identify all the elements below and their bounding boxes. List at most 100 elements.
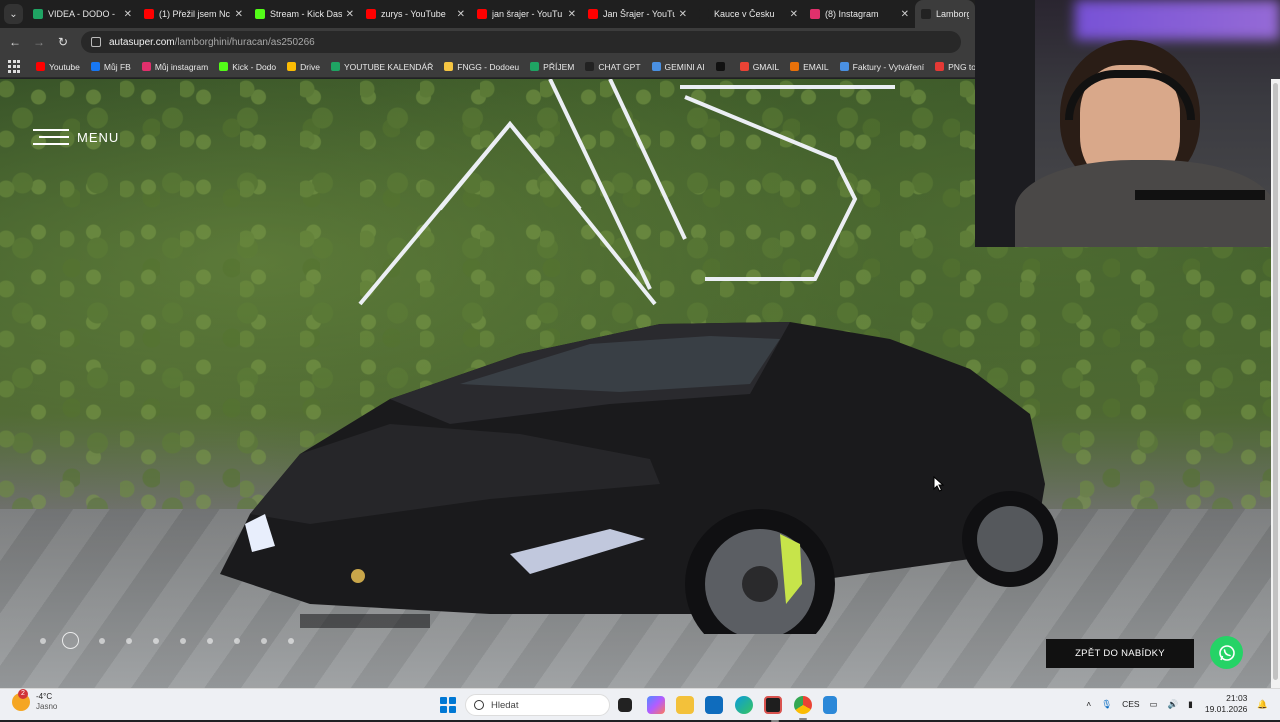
bookmark-item[interactable]: Kick - Dodo: [219, 62, 276, 72]
browser-tab[interactable]: Stream - Kick Das ✕: [249, 0, 360, 28]
address-bar[interactable]: autasuper.com/lamborghini/huracan/as2502…: [81, 31, 961, 53]
tab-favicon-icon: [810, 9, 820, 19]
carousel-dot[interactable]: [261, 637, 267, 644]
carousel-pagination: [40, 632, 315, 649]
tab-title: zurys - YouTube: [381, 9, 446, 19]
bookmark-item[interactable]: GEMINI AI: [651, 62, 705, 72]
bookmark-item[interactable]: Můj instagram: [141, 61, 209, 72]
volume-icon[interactable]: 🔊: [1168, 699, 1179, 710]
bookmark-item[interactable]: Drive: [287, 62, 320, 72]
bookmark-item[interactable]: EMAIL: [790, 62, 829, 72]
weather-widget[interactable]: 2 -4°C Jasno: [12, 689, 57, 712]
browser-tab[interactable]: Jan Šrajer - YouTu ✕: [582, 0, 693, 28]
whatsapp-icon: [1218, 644, 1235, 661]
start-button[interactable]: [440, 697, 456, 713]
bookmark-item[interactable]: YOUTUBE KALENDÁŘ: [330, 62, 433, 72]
close-tab-icon[interactable]: ✕: [790, 9, 798, 20]
arrow-left-icon: ←: [9, 35, 21, 49]
close-tab-icon[interactable]: ✕: [346, 9, 354, 20]
forward-button[interactable]: →: [27, 35, 51, 49]
microphone-arm: [1135, 190, 1265, 200]
copilot-icon[interactable]: [647, 696, 665, 714]
navigation-bar: ← → ↻ autasuper.com/lamborghini/huracan/…: [0, 28, 975, 56]
task-view-icon[interactable]: [618, 698, 632, 712]
bookmark-item[interactable]: GMAIL: [739, 62, 779, 72]
clock[interactable]: 21:03 19.01.2026: [1205, 693, 1248, 715]
browser-tab[interactable]: (8) Instagram ✕: [804, 0, 915, 28]
bookmark-item[interactable]: [715, 62, 729, 71]
carousel-dot[interactable]: [153, 637, 159, 644]
language-indicator[interactable]: CES: [1122, 699, 1139, 709]
bookmark-favicon-icon: [585, 62, 595, 71]
reload-icon: ↻: [57, 35, 69, 49]
carousel-dot[interactable]: [62, 632, 79, 649]
browser-tab[interactable]: Kauce v Česku ✕: [693, 0, 804, 28]
bookmark-label: Můj instagram: [154, 61, 209, 72]
whatsapp-button[interactable]: [1210, 636, 1243, 669]
carousel-dot[interactable]: [234, 637, 240, 644]
carousel-dot[interactable]: [99, 637, 105, 644]
url-host: autasuper.com: [109, 36, 175, 48]
edge-icon[interactable]: [735, 696, 753, 714]
chrome-icon[interactable]: [794, 696, 812, 720]
sun-icon: 2: [12, 689, 30, 711]
notepad-icon[interactable]: [823, 696, 837, 714]
lamborghini-huracan-image: [220, 322, 1058, 634]
network-icon[interactable]: ▭: [1150, 699, 1158, 710]
search-icon: [474, 700, 484, 710]
page-scrollbar[interactable]: [1271, 79, 1280, 688]
tab-favicon-icon: [921, 9, 931, 19]
browser-tab[interactable]: jan šrajer - YouTu ✕: [471, 0, 582, 28]
reload-button[interactable]: ↻: [51, 35, 75, 49]
browser-tab[interactable]: VIDEA - DODO - ✕: [27, 0, 138, 28]
notification-icon[interactable]: 🔔: [1257, 699, 1268, 710]
outlook-icon[interactable]: [705, 696, 723, 714]
bookmark-item[interactable]: Faktury - Vytváření: [839, 61, 925, 72]
taskbar-search[interactable]: Hledat: [465, 694, 610, 716]
bookmark-label: Youtube: [49, 61, 80, 72]
browser-tab[interactable]: zurys - YouTube ✕: [360, 0, 471, 28]
search-placeholder: Hledat: [491, 699, 519, 711]
bookmark-favicon-icon: [739, 62, 749, 71]
bookmark-label: Drive: [300, 61, 320, 72]
back-button[interactable]: ←: [3, 35, 27, 49]
bookmark-label: Faktury - Vytváření: [852, 61, 925, 72]
bookmark-item[interactable]: FNGG - Dodoeu: [444, 62, 519, 72]
carousel-dot[interactable]: [40, 637, 46, 644]
carousel-dot[interactable]: [288, 637, 294, 644]
tab-favicon-icon: [144, 9, 154, 19]
bookmark-label: Kick - Dodo: [232, 61, 277, 72]
tab-favicon-icon: [477, 9, 487, 19]
bookmark-label: CHAT GPT: [598, 61, 641, 72]
bookmark-favicon-icon: [287, 62, 297, 71]
menu-toggle[interactable]: MENU: [33, 129, 119, 145]
bookmark-item[interactable]: Můj FB: [90, 62, 131, 72]
bookmark-favicon-icon: [444, 62, 454, 71]
close-tab-icon[interactable]: ✕: [124, 9, 132, 20]
bookmark-list: Youtube Můj FB Můj instagram Kick - Dodo Dri…: [36, 62, 1006, 72]
close-tab-icon[interactable]: ✕: [568, 9, 576, 20]
microphone-icon[interactable]: 🎙: [1101, 699, 1112, 710]
terminal-icon[interactable]: [764, 696, 782, 722]
scroll-thumb[interactable]: [1273, 83, 1278, 680]
carousel-dot[interactable]: [180, 637, 186, 644]
close-tab-icon[interactable]: ✕: [679, 9, 687, 20]
close-tab-icon[interactable]: ✕: [457, 9, 465, 20]
bookmark-item[interactable]: CHAT GPT: [585, 61, 641, 72]
carousel-dot[interactable]: [126, 637, 132, 644]
weather-badge: 2: [18, 689, 28, 699]
chevron-up-icon[interactable]: ˄: [1086, 699, 1091, 709]
battery-icon[interactable]: ▮: [1188, 699, 1193, 710]
bookmark-item[interactable]: PŘÍJEM: [530, 62, 574, 72]
tab-search-button[interactable]: ⌄: [4, 4, 23, 24]
browser-tab[interactable]: (1) Přežil jsem Nc ✕: [138, 0, 249, 28]
site-info-icon[interactable]: [91, 37, 101, 47]
back-to-offers-button[interactable]: ZPĚT DO NABÍDKY: [1046, 639, 1194, 668]
browser-tab[interactable]: Lamborghi: [915, 0, 975, 28]
apps-grid-icon[interactable]: [8, 59, 20, 74]
file-explorer-icon[interactable]: [676, 696, 694, 714]
close-tab-icon[interactable]: ✕: [901, 9, 909, 20]
close-tab-icon[interactable]: ✕: [235, 9, 243, 20]
bookmark-item[interactable]: Youtube: [36, 62, 80, 72]
carousel-dot[interactable]: [207, 637, 213, 644]
